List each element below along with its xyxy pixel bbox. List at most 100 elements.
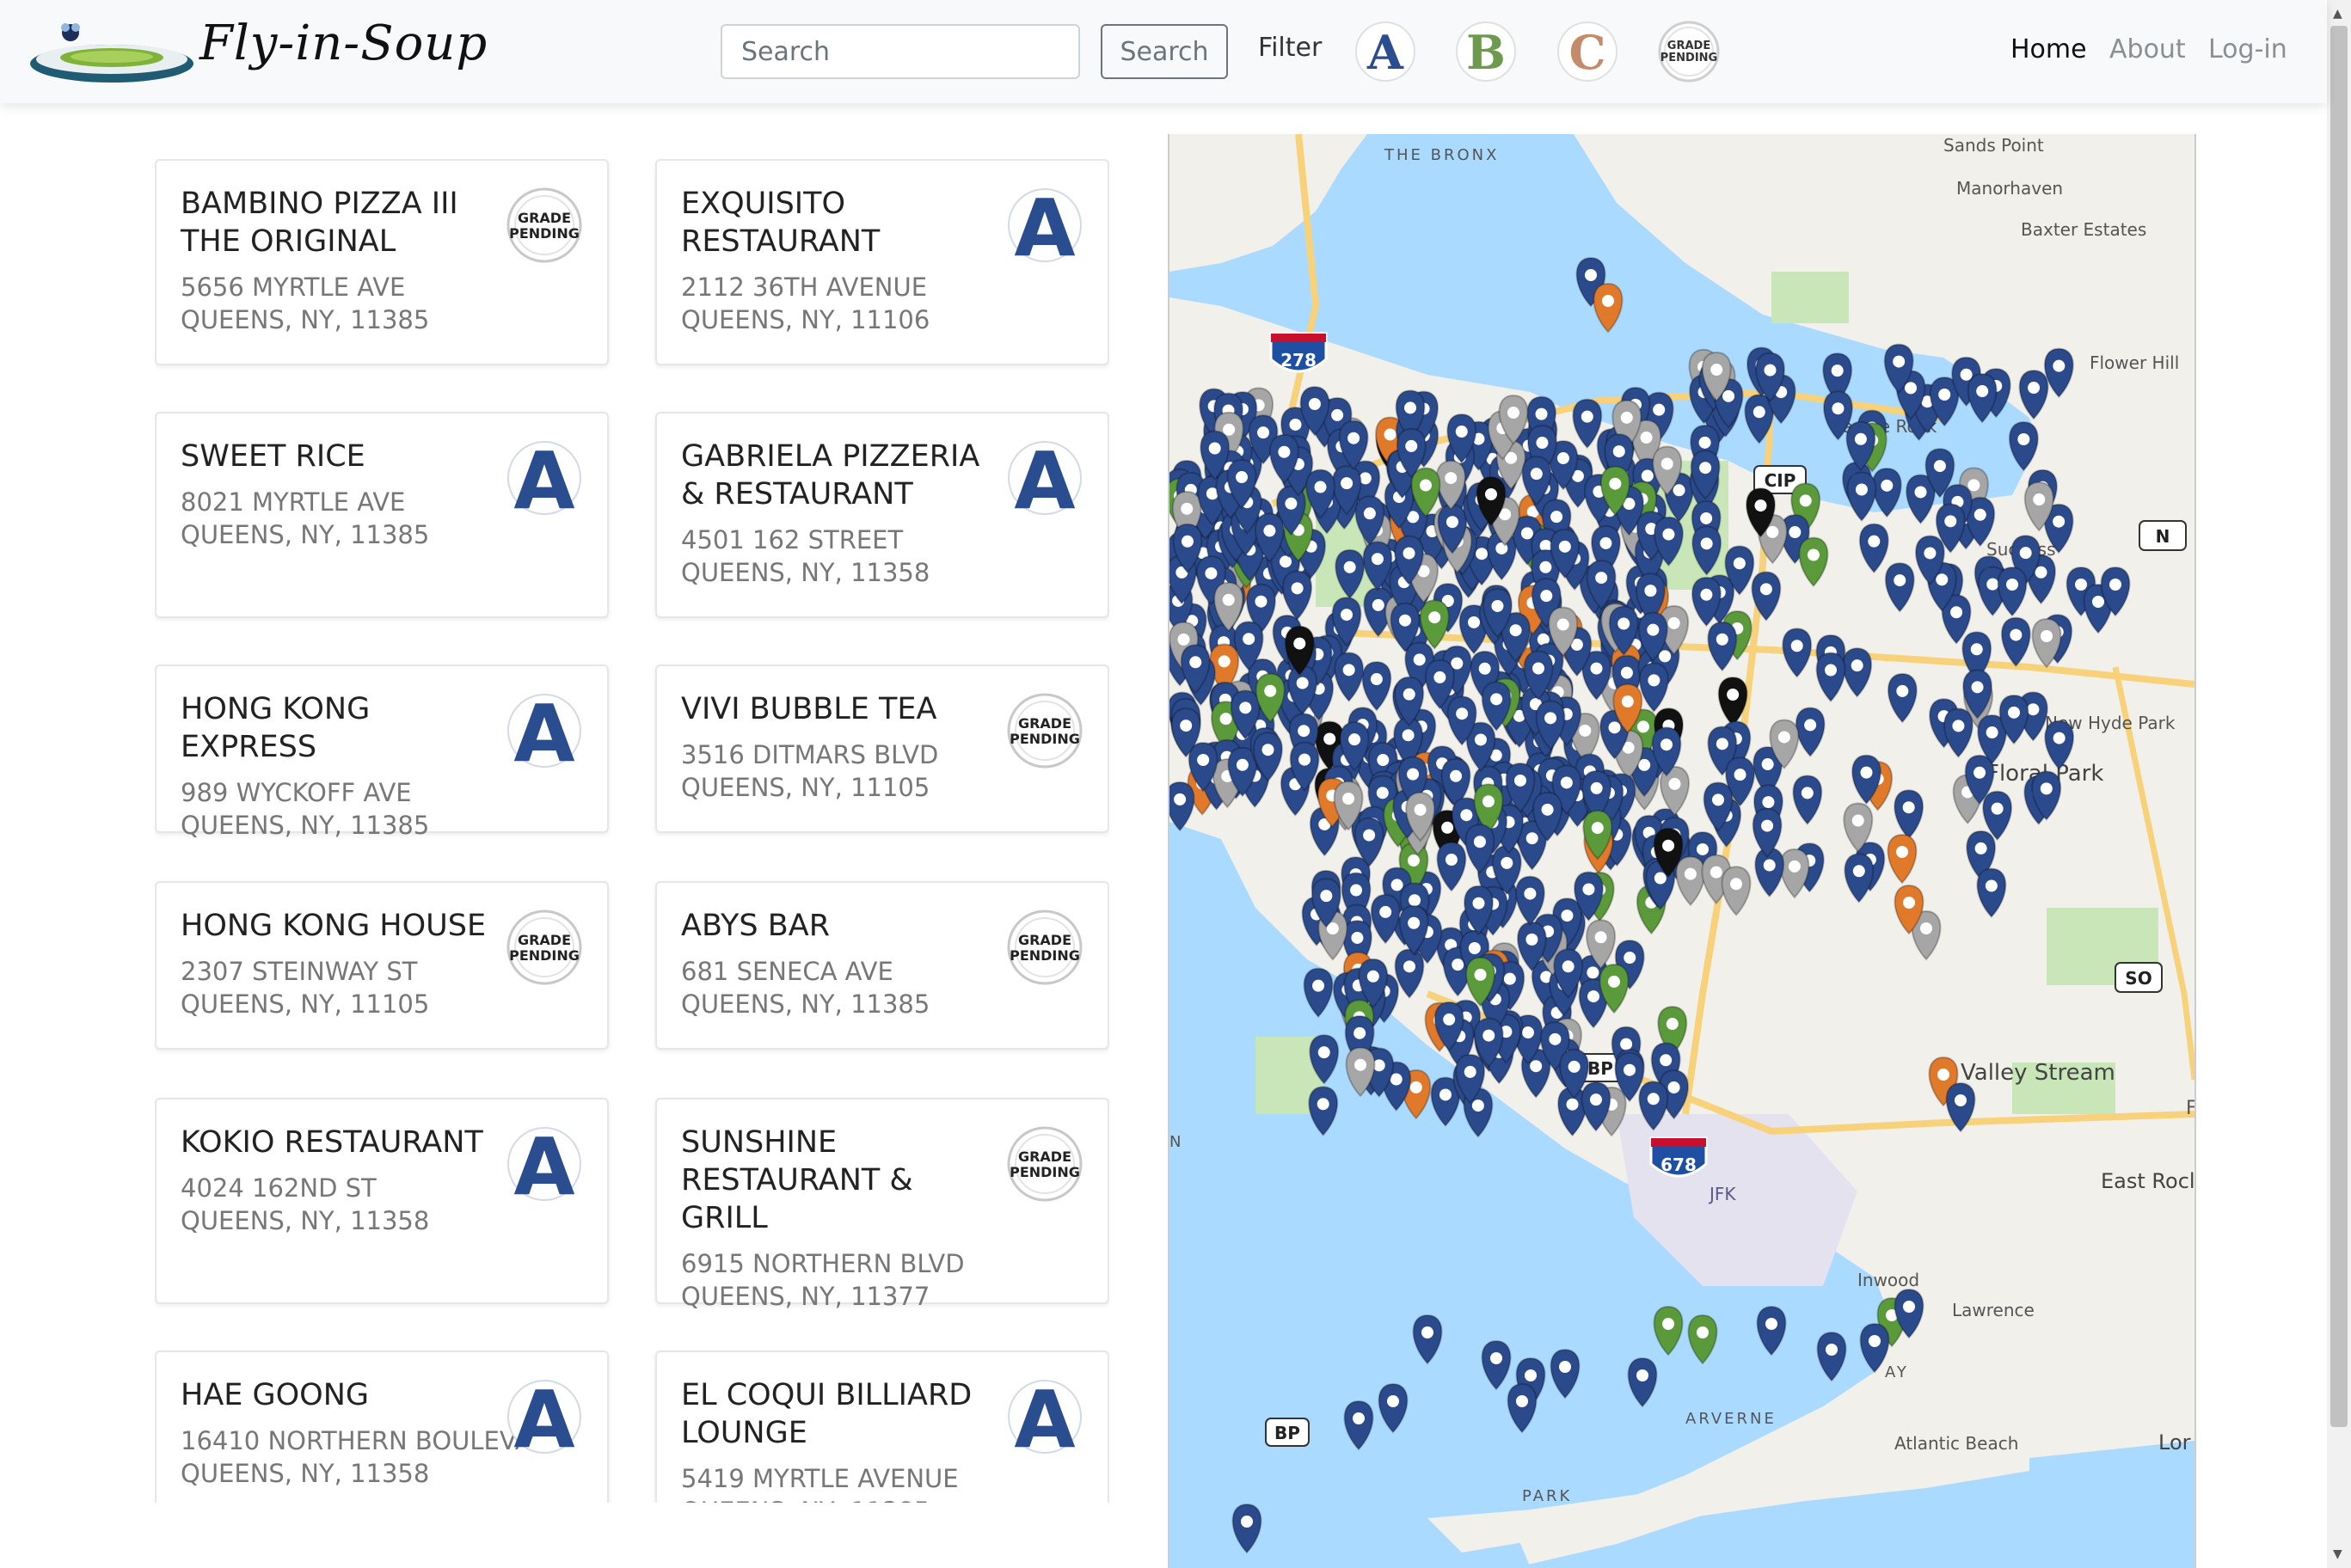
svg-text:A: A	[1366, 25, 1404, 80]
restaurant-card[interactable]: GABRIELA PIZZERIA & RESTAURANT 4501 162 …	[655, 412, 1109, 618]
restaurant-name: SUNSHINE RESTAURANT & GRILL	[681, 1125, 913, 1235]
road-shield-icon: BP	[1265, 1418, 1310, 1447]
nav-home[interactable]: Home	[2010, 34, 2087, 64]
grade-pending-badge-icon: GRADEPENDING	[506, 910, 582, 985]
restaurant-address: 989 WYCKOFF AVE	[181, 778, 412, 807]
map-label: PARK	[1522, 1487, 1572, 1505]
restaurant-name: HONG KONG HOUSE	[181, 909, 487, 943]
search-input[interactable]	[721, 24, 1080, 79]
grade-a-badge-icon: A	[507, 692, 581, 769]
svg-text:GRADE: GRADE	[518, 210, 571, 226]
map-canvas[interactable]: THE BRONX Sands Point Manorhaven Baxter …	[1169, 134, 2194, 1568]
nav-login[interactable]: Log-in	[2208, 34, 2287, 64]
restaurant-city: QUEENS, NY, 11358	[181, 1459, 430, 1488]
restaurant-address: 2112 36TH AVENUE	[681, 273, 928, 302]
restaurant-address: 5419 MYRTLE AVENUE	[681, 1464, 959, 1493]
restaurant-list[interactable]: BAMBINO PIZZA III THE ORIGINAL 5656 MYRT…	[155, 159, 1109, 1503]
map-label: Flower Hill	[2090, 352, 2179, 373]
map-label: East Rocl	[2101, 1169, 2194, 1193]
restaurant-name: BAMBINO PIZZA III THE ORIGINAL	[181, 187, 458, 259]
svg-text:GRADE: GRADE	[1018, 715, 1071, 732]
grade-pending-badge-icon: GRADEPENDING	[1007, 693, 1083, 769]
map-label: Lor	[2158, 1430, 2191, 1455]
scroll-thumb[interactable]	[2330, 26, 2348, 1427]
restaurant-city: QUEENS, NY, 11385	[681, 1495, 1083, 1503]
restaurant-map[interactable]: THE BRONX Sands Point Manorhaven Baxter …	[1168, 134, 2196, 1568]
svg-text:BP: BP	[1274, 1423, 1300, 1443]
restaurant-name: VIVI BUBBLE TEA	[681, 692, 937, 726]
svg-text:BP: BP	[1587, 1058, 1613, 1079]
svg-text:A: A	[1014, 187, 1075, 264]
search-button[interactable]: Search	[1101, 24, 1228, 79]
map-label: Atlantic Beach	[1894, 1433, 2018, 1454]
restaurant-card[interactable]: HAE GOONG 16410 NORTHERN BOULEVARD QUEEN…	[155, 1351, 609, 1503]
restaurant-city: QUEENS, NY, 11358	[181, 1206, 430, 1235]
grade-a-badge-icon: A	[507, 439, 581, 517]
grade-a-badge-icon: A	[1008, 187, 1082, 264]
interstate-278-shield-icon: 278	[1269, 332, 1328, 373]
svg-text:GRADE: GRADE	[1018, 1148, 1071, 1165]
grade-pending-filter-icon[interactable]: GRADE PENDING	[1658, 21, 1720, 83]
svg-text:A: A	[1014, 1378, 1075, 1455]
map-label: Lawrence	[1952, 1300, 2035, 1320]
svg-text:PENDING: PENDING	[1660, 52, 1717, 64]
restaurant-city: QUEENS, NY, 11105	[681, 773, 930, 802]
brand-title[interactable]: Fly-in-Soup	[199, 15, 488, 71]
restaurant-address: 5656 MYRTLE AVE	[181, 273, 406, 302]
grade-b-filter-icon[interactable]: B	[1455, 21, 1517, 83]
restaurant-card[interactable]: ABYS BAR 681 SENECA AVE QUEENS, NY, 1138…	[655, 881, 1109, 1050]
park-area	[1771, 272, 1849, 323]
svg-text:GRADE: GRADE	[518, 932, 571, 948]
restaurant-card[interactable]: KOKIO RESTAURANT 4024 162ND ST QUEENS, N…	[155, 1098, 609, 1304]
restaurant-card[interactable]: EL COQUI BILLIARD LOUNGE 5419 MYRTLE AVE…	[655, 1351, 1109, 1503]
page-scrollbar[interactable]: ▲ ▼	[2327, 0, 2351, 1568]
restaurant-card[interactable]: VIVI BUBBLE TEA 3516 DITMARS BLVD QUEENS…	[655, 665, 1109, 833]
svg-text:678: 678	[1660, 1155, 1697, 1175]
svg-text:A: A	[1014, 439, 1075, 517]
map-label: N	[1169, 1133, 1181, 1151]
map-label: F	[2186, 1098, 2194, 1119]
svg-text:PENDING: PENDING	[1010, 1164, 1080, 1180]
filter-label: Filter	[1258, 33, 1323, 63]
map-label: Valley Stream	[1961, 1060, 2115, 1086]
svg-text:GRADE: GRADE	[1018, 932, 1071, 948]
svg-text:278: 278	[1280, 350, 1317, 371]
restaurant-city: QUEENS, NY, 11358	[681, 558, 930, 587]
nav-about[interactable]: About	[2109, 34, 2186, 64]
map-label: JFK	[1708, 1184, 1736, 1204]
restaurant-city: QUEENS, NY, 11385	[181, 811, 430, 840]
scroll-up-icon[interactable]: ▲	[2333, 7, 2342, 21]
svg-text:B: B	[1466, 25, 1506, 80]
restaurant-card[interactable]: BAMBINO PIZZA III THE ORIGINAL 5656 MYRT…	[155, 159, 609, 365]
grade-pending-badge-icon: GRADEPENDING	[1007, 1126, 1083, 1202]
restaurant-name: HONG KONG EXPRESS	[181, 692, 371, 764]
map-label: Inwood	[1857, 1270, 1919, 1290]
map-label: THE BRONX	[1384, 146, 1499, 164]
grade-a-badge-icon: A	[507, 1378, 581, 1455]
soup-bowl-logo-icon[interactable]	[26, 21, 198, 89]
map-label: Sands Point	[1943, 135, 2044, 156]
svg-text:SO: SO	[2125, 968, 2152, 989]
restaurant-name: EXQUISITO RESTAURANT	[681, 187, 881, 259]
grade-a-badge-icon: A	[1008, 1378, 1082, 1455]
grade-pending-badge-icon: GRADEPENDING	[506, 187, 582, 263]
restaurant-name: KOKIO RESTAURANT	[181, 1125, 483, 1160]
map-label: Manorhaven	[1956, 178, 2063, 199]
svg-text:PENDING: PENDING	[509, 947, 580, 964]
svg-text:A: A	[513, 1125, 574, 1203]
grade-a-badge-icon: A	[507, 1125, 581, 1203]
restaurant-card[interactable]: EXQUISITO RESTAURANT 2112 36TH AVENUE QU…	[655, 159, 1109, 365]
grade-c-filter-icon[interactable]: C	[1556, 21, 1618, 83]
grade-pending-badge-icon: GRADEPENDING	[1007, 910, 1083, 985]
restaurant-city: QUEENS, NY, 11105	[181, 989, 430, 1019]
svg-text:A: A	[513, 1378, 574, 1455]
svg-text:CIP: CIP	[1765, 470, 1796, 491]
restaurant-card[interactable]: HONG KONG HOUSE 2307 STEINWAY ST QUEENS,…	[155, 881, 609, 1050]
restaurant-name: HAE GOONG	[181, 1378, 370, 1412]
restaurant-card[interactable]: SUNSHINE RESTAURANT & GRILL 6915 NORTHER…	[655, 1098, 1109, 1311]
svg-text:A: A	[513, 439, 574, 517]
restaurant-card[interactable]: SWEET RICE 8021 MYRTLE AVE QUEENS, NY, 1…	[155, 412, 609, 618]
restaurant-card[interactable]: HONG KONG EXPRESS 989 WYCKOFF AVE QUEENS…	[155, 665, 609, 840]
grade-a-filter-icon[interactable]: A	[1354, 21, 1416, 83]
scroll-down-icon[interactable]: ▼	[2333, 1547, 2342, 1561]
